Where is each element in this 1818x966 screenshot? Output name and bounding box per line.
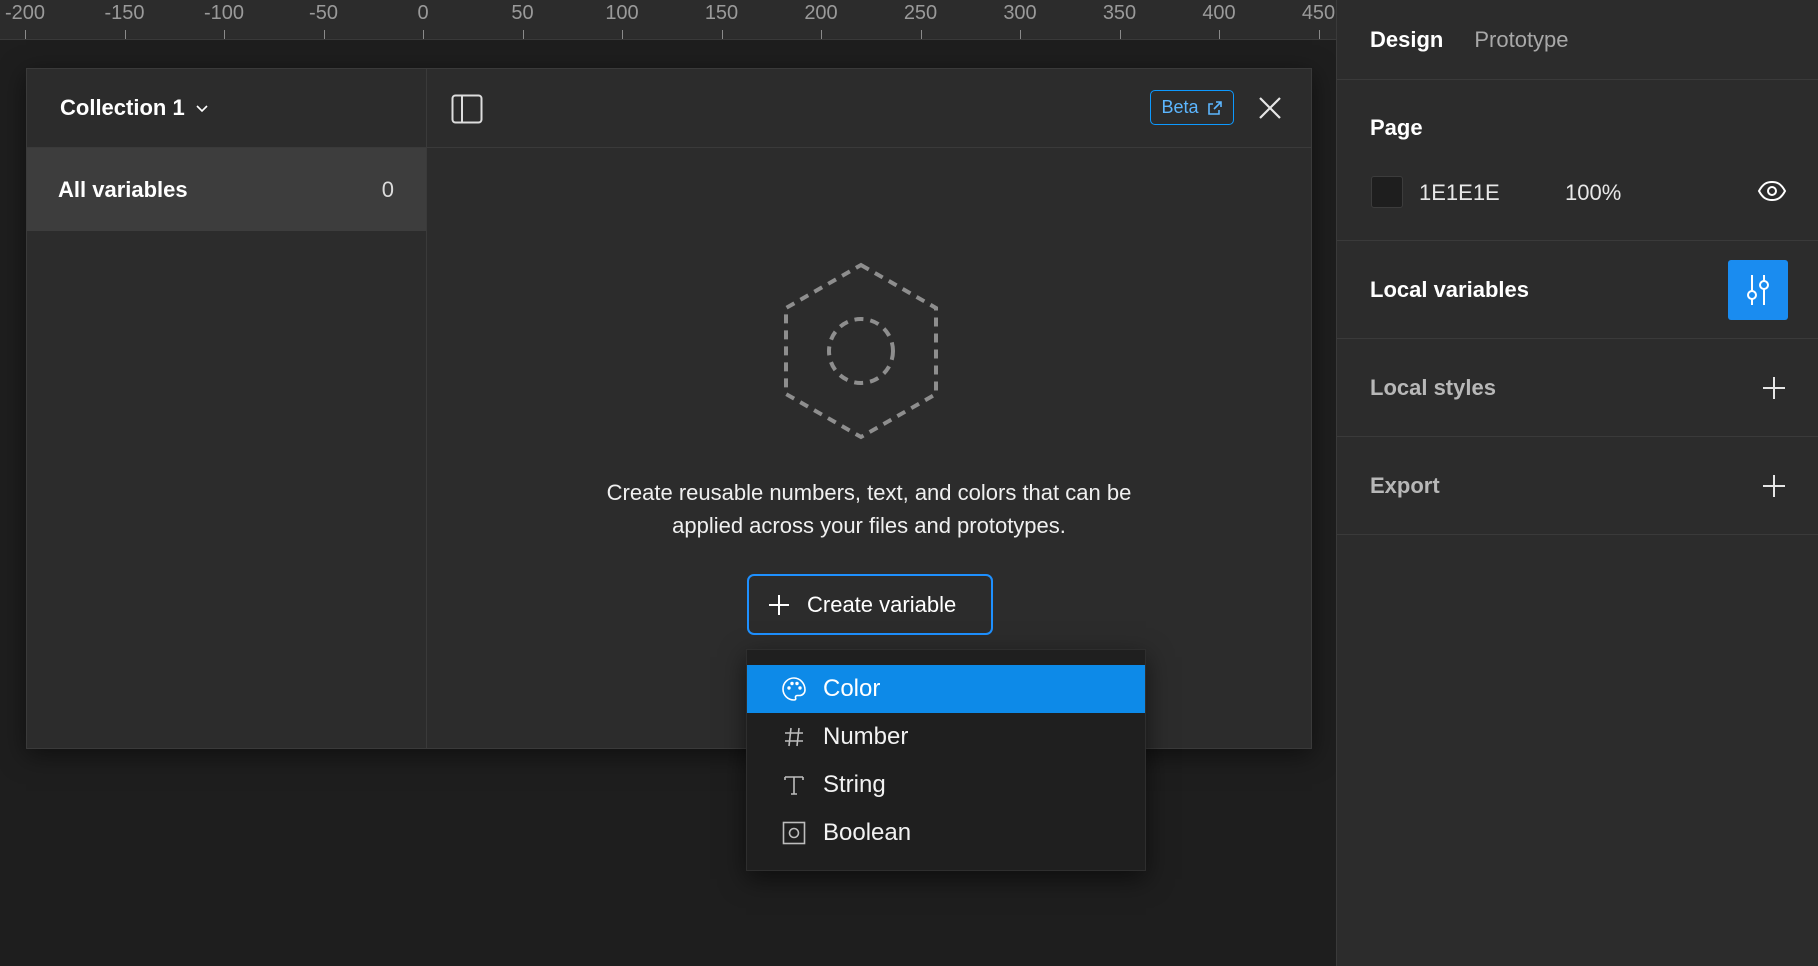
collection-title: Collection 1 (60, 95, 185, 120)
properties-panel: Design Prototype Page 1E1E1E 100% Local … (1336, 0, 1818, 966)
empty-state-text: Create reusable numbers, text, and color… (427, 476, 1311, 542)
variable-type-menu: Color Number String Boolean (746, 649, 1146, 871)
all-variables-label: All variables (58, 176, 188, 202)
ruler-tick-label: 250 (891, 0, 951, 39)
modal-toolbar: Beta (427, 69, 1311, 148)
canvas[interactable]: -200 -150 -100 -50 0 50 100 150 200 250 300 350 400 4… (0, 0, 1336, 966)
modal-main: Beta Create reusable numbers, text, and … (427, 69, 1311, 748)
variables-hexagon-icon (784, 262, 938, 440)
open-variables-button[interactable] (1728, 259, 1788, 320)
add-export-plus-icon[interactable] (1760, 472, 1788, 500)
tab-prototype[interactable]: Prototype (1474, 27, 1568, 53)
menu-item-label: Number (823, 723, 909, 750)
export-section: Export (1337, 437, 1818, 535)
menu-item-boolean[interactable]: Boolean (747, 809, 1145, 857)
local-variables-label: Local variables (1370, 276, 1529, 302)
ruler-tick-label: 50 (493, 0, 553, 39)
all-variables-count: 0 (381, 176, 394, 202)
empty-text-line2: applied across your files and prototypes… (672, 513, 1066, 538)
tab-design[interactable]: Design (1370, 27, 1443, 53)
ruler-tick-label: 450 (1289, 0, 1337, 39)
ruler-tick-label: 100 (592, 0, 652, 39)
page-section-title: Page (1370, 115, 1423, 140)
ruler-tick-label: -50 (294, 0, 354, 39)
menu-item-string[interactable]: String (747, 761, 1145, 809)
ruler-tick-label: 350 (1090, 0, 1150, 39)
ruler-tick-label: 300 (990, 0, 1050, 39)
local-styles-label: Local styles (1370, 374, 1496, 400)
ruler-tick-label: -150 (95, 0, 155, 39)
export-label: Export (1370, 472, 1440, 498)
ruler-tick-label: -100 (194, 0, 254, 39)
local-variables-section: Local variables (1337, 241, 1818, 339)
close-icon[interactable] (1257, 95, 1283, 121)
variables-modal: Collection 1 All variables 0 Beta Create… (26, 68, 1312, 749)
menu-item-color[interactable]: Color (747, 665, 1145, 713)
add-style-plus-icon[interactable] (1760, 374, 1788, 402)
beta-label: Beta (1161, 97, 1199, 117)
page-color-hex[interactable]: 1E1E1E (1419, 180, 1500, 206)
ruler-tick-label: 400 (1189, 0, 1249, 39)
palette-icon (781, 676, 807, 702)
beta-badge[interactable]: Beta (1150, 90, 1234, 125)
modal-sidebar: Collection 1 All variables 0 (27, 69, 427, 748)
chevron-down-icon (196, 105, 208, 113)
ruler-tick-label: 150 (692, 0, 752, 39)
create-variable-label: Create variable (807, 591, 957, 617)
menu-item-label: String (823, 771, 886, 798)
ruler-tick-label: 0 (393, 0, 453, 39)
empty-text-line1: Create reusable numbers, text, and color… (606, 480, 1132, 505)
create-variable-button[interactable]: Create variable (747, 574, 993, 635)
sidebar-toggle-icon[interactable] (451, 94, 483, 124)
collection-dropdown[interactable]: Collection 1 (27, 69, 426, 148)
local-styles-section: Local styles (1337, 339, 1818, 437)
page-color-swatch[interactable] (1371, 176, 1403, 208)
hash-icon (781, 724, 807, 750)
menu-item-label: Boolean (823, 819, 912, 846)
ruler-tick-label: 200 (791, 0, 851, 39)
panel-tabs: Design Prototype (1337, 0, 1818, 80)
menu-item-label: Color (823, 675, 881, 702)
sidebar-item-all-variables[interactable]: All variables 0 (27, 148, 426, 231)
sliders-icon (1747, 274, 1769, 305)
plus-icon (769, 594, 789, 615)
external-link-icon (1207, 100, 1222, 115)
boolean-icon (781, 820, 807, 846)
page-color-opacity[interactable]: 100% (1565, 180, 1621, 206)
horizontal-ruler: -200 -150 -100 -50 0 50 100 150 200 250 300 350 400 4… (0, 0, 1336, 40)
ruler-tick-label: -200 (0, 0, 55, 39)
eye-icon[interactable] (1757, 178, 1787, 204)
text-icon (781, 772, 807, 798)
page-section: Page 1E1E1E 100% (1337, 80, 1818, 241)
menu-item-number[interactable]: Number (747, 713, 1145, 761)
